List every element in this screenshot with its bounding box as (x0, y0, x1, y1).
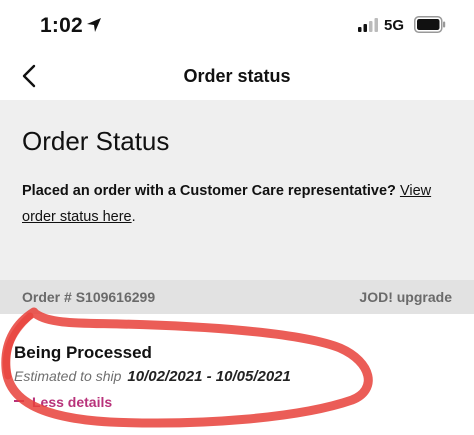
upgrade-label: JOD! upgrade (359, 289, 452, 305)
network-type: 5G (384, 17, 405, 34)
order-status-panel: Order Status Placed an order with a Cust… (0, 100, 474, 280)
signal-bars-icon (358, 18, 378, 32)
page-title: Order status (183, 66, 291, 86)
customer-care-text: Placed an order with a Customer Care rep… (22, 178, 462, 230)
location-arrow-icon (87, 18, 101, 32)
order-number: Order # S109616299 (22, 289, 156, 305)
ship-estimate: Estimated to ship 10/02/2021 - 10/05/2021 (14, 368, 291, 385)
status-bar: 1:02 5G (0, 0, 474, 52)
battery-icon (414, 16, 446, 33)
less-details-label: Less details (32, 394, 113, 410)
order-header-row: Order # S109616299 JOD! upgrade (0, 280, 474, 314)
customer-care-prompt: Placed an order with a Customer Care rep… (22, 183, 396, 199)
back-chevron-icon[interactable] (20, 64, 40, 88)
minus-icon (14, 400, 24, 403)
nav-bar: Order status (0, 52, 474, 100)
ship-dates: 10/02/2021 - 10/05/2021 (127, 368, 291, 385)
link-suffix: . (131, 209, 136, 225)
panel-heading: Order Status (22, 126, 170, 156)
less-details-toggle[interactable]: Less details (14, 394, 112, 410)
ship-label: Estimated to ship (14, 368, 122, 384)
status-time: 1:02 (40, 14, 83, 37)
order-status-title: Being Processed (14, 343, 152, 362)
